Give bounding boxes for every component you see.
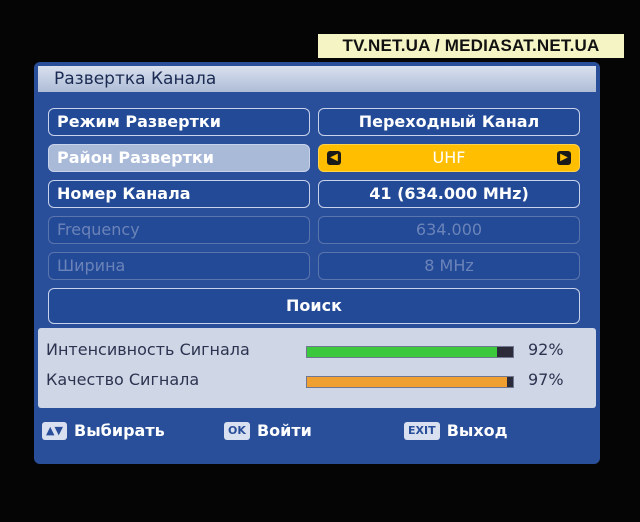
hint-select-text: Выбирать	[74, 421, 165, 440]
row-scan-mode[interactable]: Режим Развертки Переходный Канал	[48, 108, 594, 138]
frequency-value: 634.000	[318, 216, 580, 244]
scan-mode-label: Режим Развертки	[48, 108, 310, 136]
signal-strength-fill	[307, 347, 497, 357]
signal-quality-value: 97%	[528, 370, 564, 389]
scan-mode-value[interactable]: Переходный Канал	[318, 108, 580, 136]
search-button[interactable]: Поиск	[48, 288, 580, 324]
row-frequency: Frequency 634.000	[48, 216, 594, 246]
footer-hints: ▲▼ Выбирать OK Войти EXIT Выход	[34, 408, 600, 464]
signal-quality-bar	[306, 376, 514, 388]
channel-number-label: Номер Канала	[48, 180, 310, 208]
ok-key-icon: OK	[224, 421, 250, 440]
hint-exit-text: Выход	[446, 421, 508, 440]
signal-strength-label: Интенсивность Сигнала	[46, 340, 250, 359]
signal-strength-row: Интенсивность Сигнала 92%	[38, 336, 596, 366]
scan-band-label: Район Развертки	[48, 144, 310, 172]
frequency-label: Frequency	[48, 216, 310, 244]
watermark: TV.NET.UA / MEDIASAT.NET.UA	[318, 34, 624, 58]
signal-strength-value: 92%	[528, 340, 564, 359]
hint-ok-text: Войти	[256, 421, 312, 440]
signal-quality-row: Качество Сигнала 97%	[38, 366, 596, 396]
up-down-arrows-icon: ▲▼	[42, 421, 67, 440]
bandwidth-value: 8 MHz	[318, 252, 580, 280]
signal-strength-bar	[306, 346, 514, 358]
bandwidth-label: Ширина	[48, 252, 310, 280]
row-channel-number[interactable]: Номер Канала 41 (634.000 MHz)	[48, 180, 594, 210]
row-scan-band[interactable]: Район Развертки ◀ UHF ▶	[48, 144, 594, 174]
exit-key-icon: EXIT	[404, 421, 440, 440]
channel-scan-screen: Развертка Канала Режим Развертки Переход…	[34, 62, 600, 464]
signal-quality-label: Качество Сигнала	[46, 370, 200, 389]
window-title: Развертка Канала	[38, 66, 596, 92]
hint-ok: OK Войти	[224, 420, 312, 444]
chevron-left-icon[interactable]: ◀	[327, 151, 341, 165]
hint-select: ▲▼ Выбирать	[42, 420, 165, 444]
signal-panel: Интенсивность Сигнала 92% Качество Сигна…	[38, 328, 596, 408]
signal-quality-fill	[307, 377, 507, 387]
scan-band-text: UHF	[432, 148, 466, 167]
channel-number-value[interactable]: 41 (634.000 MHz)	[318, 180, 580, 208]
chevron-right-icon[interactable]: ▶	[557, 151, 571, 165]
scan-band-value[interactable]: ◀ UHF ▶	[318, 144, 580, 172]
row-bandwidth: Ширина 8 MHz	[48, 252, 594, 282]
hint-exit: EXIT Выход	[404, 420, 508, 444]
